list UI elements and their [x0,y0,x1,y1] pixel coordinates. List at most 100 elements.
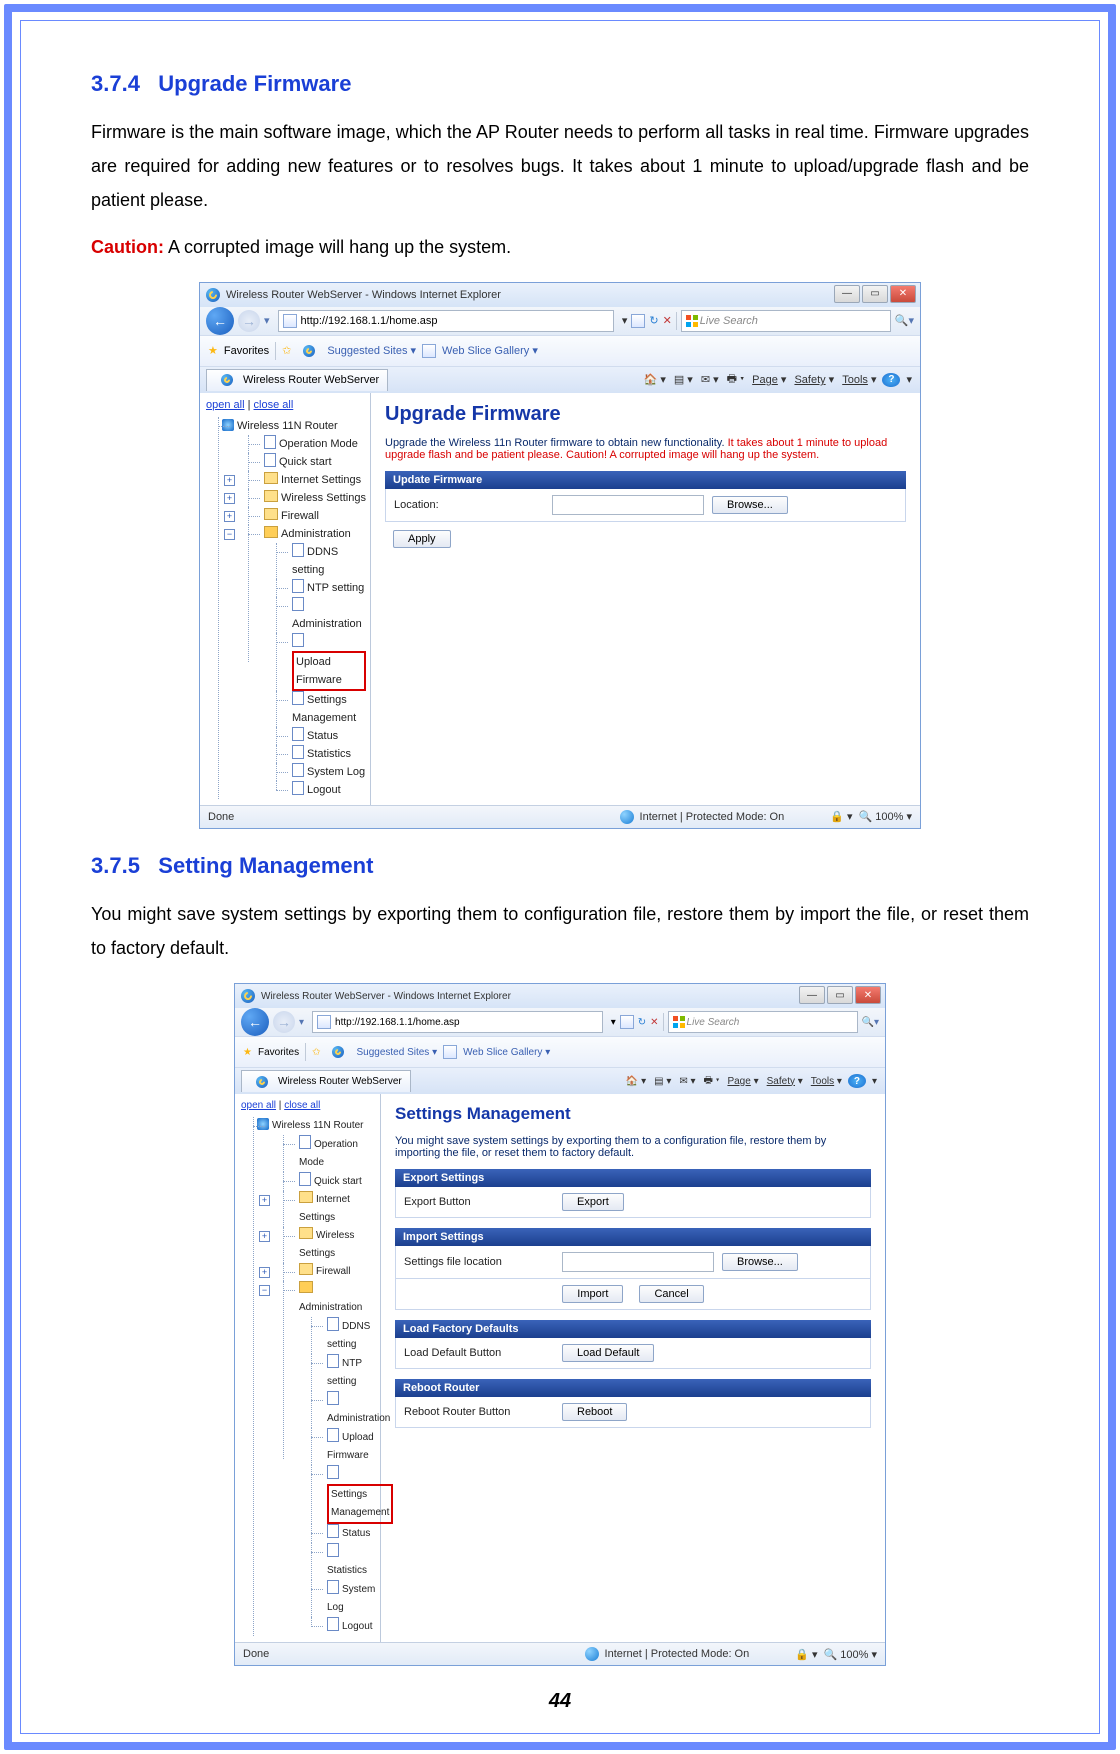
webslice-link[interactable]: Web Slice Gallery ▾ [442,344,538,357]
tree-opmode[interactable]: Operation Mode [257,1135,376,1172]
search-dropdown-icon[interactable]: 🔍▾ [862,1017,879,1028]
tree-status[interactable]: Status [264,727,366,745]
zoom-control[interactable]: 🔍 100% ▾ [859,810,912,823]
add-fav-icon[interactable]: ✩ [282,344,291,357]
suggested-sites-link[interactable]: Suggested Sites ▾ [356,1047,437,1058]
tree-ntp[interactable]: NTP setting [264,579,366,597]
refresh-icon[interactable]: ↻ [638,1017,646,1028]
load-default-button[interactable]: Load Default [562,1344,654,1362]
help-icon[interactable]: ? [848,1074,866,1088]
close-all-link[interactable]: close all [284,1100,320,1111]
tree-root[interactable]: Wireless 11N Router Operation Mode Quick… [241,1117,376,1636]
tree-admin[interactable]: − Administration DDNS setting NTP setting… [222,525,366,799]
tree-internet[interactable]: +Internet Settings [257,1191,376,1227]
export-button[interactable]: Export [562,1193,624,1211]
print-icon[interactable]: 🖶 ▾ [725,370,747,389]
tree-ddns[interactable]: DDNS setting [264,543,366,579]
expand-icon[interactable]: + [259,1267,270,1278]
tree-settings-mgmt[interactable]: Settings Management [299,1465,376,1524]
add-fav-icon[interactable]: ✩ [312,1047,320,1058]
cancel-button[interactable]: Cancel [639,1285,703,1303]
tree-opmode[interactable]: Operation Mode [222,435,366,453]
forward-button[interactable]: → [273,1011,295,1033]
tree-quickstart[interactable]: Quick start [222,453,366,471]
tree-wireless[interactable]: +Wireless Settings [257,1227,376,1263]
suggested-sites-link[interactable]: Suggested Sites ▾ [327,344,416,357]
page-menu[interactable]: Page ▾ [750,373,788,386]
tools-menu[interactable]: Tools ▾ [840,373,878,386]
webslice-link[interactable]: Web Slice Gallery ▾ [463,1047,550,1058]
home-icon[interactable]: 🏠 ▾ [624,1076,648,1087]
expand-icon[interactable]: + [224,475,235,486]
compat-icon[interactable] [620,1015,634,1029]
close-button[interactable]: ✕ [890,285,916,303]
forward-button[interactable]: → [238,310,260,332]
back-button[interactable]: ← [241,1008,269,1036]
tree-firewall[interactable]: +Firewall [257,1263,376,1281]
feed-icon[interactable]: ▤ ▾ [672,373,695,386]
tree-quickstart[interactable]: Quick start [257,1172,376,1191]
search-box[interactable]: Live Search [681,310,891,332]
maximize-button[interactable]: ▭ [862,285,888,303]
tree-stats[interactable]: Statistics [264,745,366,763]
star-icon[interactable]: ★ [208,344,218,357]
star-icon[interactable]: ★ [243,1047,252,1058]
stop-icon[interactable]: ✕ [650,1017,658,1028]
tree-syslog[interactable]: System Log [299,1580,376,1617]
expand-icon[interactable]: + [224,493,235,504]
open-all-link[interactable]: open all [241,1100,276,1111]
feed-icon[interactable]: ▤ ▾ [652,1076,673,1087]
import-button[interactable]: Import [562,1285,623,1303]
mail-icon[interactable]: ✉ ▾ [677,1076,697,1087]
safety-menu[interactable]: Safety ▾ [792,373,836,386]
maximize-button[interactable]: ▭ [827,986,853,1004]
browser-tab[interactable]: Wireless Router WebServer [206,369,388,391]
tree-upload-fw[interactable]: Upload Firmware [264,633,366,691]
tree-admin-page[interactable]: Administration [299,1391,376,1428]
mail-icon[interactable]: ✉ ▾ [699,373,721,386]
tree-logout[interactable]: Logout [299,1617,376,1636]
page-menu[interactable]: Page ▾ [725,1076,760,1087]
collapse-icon[interactable]: − [224,529,235,540]
address-bar[interactable]: http://192.168.1.1/home.asp [312,1011,603,1033]
tree-admin[interactable]: − Administration DDNS setting NTP setting… [257,1281,376,1636]
refresh-icon[interactable]: ↻ [649,314,658,327]
close-all-link[interactable]: close all [254,399,294,411]
tree-admin-page[interactable]: Administration [264,597,366,633]
tree-firewall[interactable]: +Firewall [222,507,366,525]
expand-icon[interactable]: + [224,511,235,522]
compat-icon[interactable] [631,314,645,328]
tree-ddns[interactable]: DDNS setting [299,1317,376,1354]
expand-icon[interactable]: + [259,1231,270,1242]
browser-tab[interactable]: Wireless Router WebServer [241,1070,411,1092]
stop-icon[interactable]: ✕ [663,314,672,327]
tree-logout[interactable]: Logout [264,781,366,799]
home-icon[interactable]: 🏠 ▾ [642,373,668,386]
print-icon[interactable]: 🖶 ▾ [702,1073,722,1090]
tree-root[interactable]: Wireless 11N Router Operation Mode Quick… [206,417,366,799]
apply-button[interactable]: Apply [393,530,451,548]
tools-menu[interactable]: Tools ▾ [809,1076,844,1087]
protected-mode-icon[interactable]: 🔒 ▾ [795,1648,817,1661]
tree-syslog[interactable]: System Log [264,763,366,781]
location-input[interactable] [552,495,704,515]
address-bar[interactable]: http://192.168.1.1/home.asp [278,310,614,332]
zoom-control[interactable]: 🔍 100% ▾ [824,1648,877,1661]
close-button[interactable]: ✕ [855,986,881,1004]
help-icon[interactable]: ? [882,373,900,387]
tree-stats[interactable]: Statistics [299,1543,376,1580]
browse-button[interactable]: Browse... [712,496,788,514]
tree-wireless[interactable]: +Wireless Settings [222,489,366,507]
open-all-link[interactable]: open all [206,399,245,411]
tree-upload-fw[interactable]: Upload Firmware [299,1428,376,1465]
minimize-button[interactable]: — [834,285,860,303]
minimize-button[interactable]: — [799,986,825,1004]
collapse-icon[interactable]: − [259,1285,270,1296]
reboot-button[interactable]: Reboot [562,1403,627,1421]
protected-mode-icon[interactable]: 🔒 ▾ [830,810,852,823]
tree-ntp[interactable]: NTP setting [299,1354,376,1391]
safety-menu[interactable]: Safety ▾ [765,1076,805,1087]
tree-settings-mgmt[interactable]: Settings Management [264,691,366,727]
search-dropdown-icon[interactable]: 🔍▾ [895,314,914,327]
tree-status[interactable]: Status [299,1524,376,1543]
